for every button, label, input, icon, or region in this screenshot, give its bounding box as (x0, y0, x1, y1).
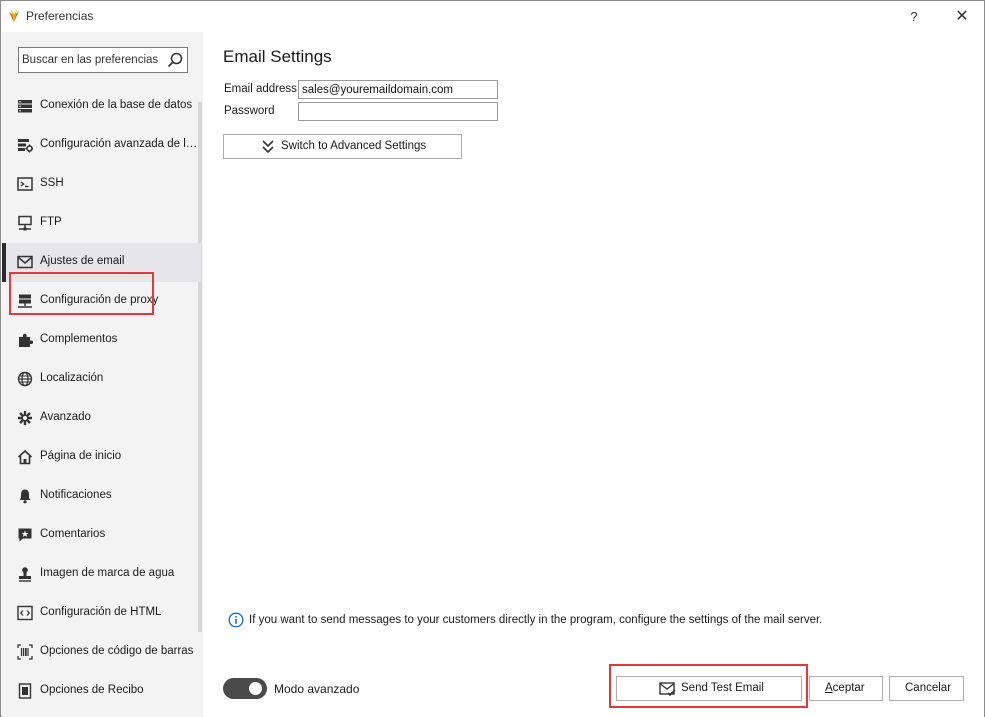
search-input[interactable] (19, 48, 159, 72)
double-chevron-down-icon (262, 140, 274, 154)
help-button[interactable]: ? (899, 4, 929, 30)
sidebar-item-label: Conexión de la base de datos (40, 99, 193, 111)
sidebar-item-home-page[interactable]: Página de inicio (2, 438, 201, 477)
sidebar-item-label: Notificaciones (40, 489, 112, 501)
sidebar-item-addons[interactable]: Complementos (2, 321, 201, 360)
email-address-label: Email address (224, 83, 297, 95)
password-label: Password (224, 105, 275, 117)
title-bar: Preferencias ? ✕ (1, 1, 984, 32)
sidebar-item-label: Complementos (40, 333, 118, 345)
envelope-check-icon (659, 682, 676, 696)
sidebar-item-receipt[interactable]: Opciones de Recibo (2, 672, 201, 711)
toggle-knob (249, 682, 262, 695)
sidebar-item-barcode[interactable]: Opciones de código de barras (2, 633, 201, 672)
sidebar-item-email-settings[interactable]: Ajustes de email (2, 243, 201, 282)
ftp-icon (18, 215, 32, 231)
sidebar-item-label: Configuración avanzada de la … (40, 138, 198, 150)
proxy-server-icon (18, 294, 32, 308)
sidebar-item-localization[interactable]: Localización (2, 360, 201, 399)
advanced-mode-label: Modo avanzado (274, 682, 360, 696)
switch-to-advanced-button[interactable]: Switch to Advanced Settings (223, 134, 462, 159)
search-box (18, 47, 188, 73)
sidebar-item-label: Localización (40, 372, 104, 384)
sidebar-item-label: Comentarios (40, 528, 106, 540)
info-message: If you want to send messages to your cus… (249, 614, 823, 626)
database-icon (18, 100, 32, 113)
sidebar-item-notifications[interactable]: Notificaciones (2, 477, 201, 516)
stamp-icon (19, 567, 31, 582)
close-button[interactable]: ✕ (945, 4, 979, 30)
sidebar-item-database-connection[interactable]: Conexión de la base de datos (2, 87, 201, 126)
terminal-icon (17, 177, 33, 191)
sidebar-item-label: Opciones de Recibo (40, 684, 144, 696)
search-icon[interactable] (167, 52, 183, 68)
receipt-icon (18, 683, 32, 699)
sidebar-item-label: Avanzado (40, 411, 91, 423)
password-field[interactable] (298, 102, 498, 121)
main-panel: Email Settings Email address Password Sw… (203, 32, 984, 717)
sidebar-item-label: FTP (40, 216, 62, 228)
sidebar-item-label: SSH (40, 177, 64, 189)
sidebar-item-label: Opciones de código de barras (40, 645, 194, 657)
sidebar-item-ftp[interactable]: FTP (2, 204, 201, 243)
email-address-field[interactable] (298, 80, 498, 99)
sidebar-item-advanced[interactable]: Avanzado (2, 399, 201, 438)
sidebar-item-label: Página de inicio (40, 450, 122, 462)
accept-label: Aceptar (825, 682, 865, 694)
accept-button[interactable]: Aceptar (809, 676, 883, 701)
page-title: Email Settings (223, 47, 332, 66)
info-icon (228, 612, 244, 628)
database-settings-icon (18, 139, 33, 153)
accept-mnemonic: A (825, 682, 833, 694)
send-test-email-button[interactable]: Send Test Email (616, 676, 802, 701)
switch-to-advanced-label: Switch to Advanced Settings (281, 140, 427, 152)
sidebar-item-database-advanced[interactable]: Configuración avanzada de la … (2, 126, 201, 165)
sidebar-item-label: Configuración de HTML (40, 606, 162, 618)
home-icon (17, 449, 33, 465)
sidebar-item-comments[interactable]: Comentarios (2, 516, 201, 555)
advanced-mode-toggle[interactable] (223, 678, 267, 699)
barcode-icon (17, 644, 33, 660)
send-test-email-label: Send Test Email (681, 682, 764, 694)
cancel-button[interactable]: Cancelar (889, 676, 964, 701)
puzzle-icon (19, 333, 33, 347)
sidebar-item-label: Configuración de proxy (40, 294, 159, 306)
sidebar-item-html[interactable]: Configuración de HTML (2, 594, 201, 633)
sidebar-item-ssh[interactable]: SSH (2, 165, 201, 204)
sidebar: Conexión de la base de datos Configuraci… (2, 32, 203, 717)
gear-icon (18, 411, 32, 425)
app-logo-icon (9, 10, 19, 22)
globe-icon (17, 371, 33, 387)
sidebar-item-proxy[interactable]: Configuración de proxy (2, 282, 201, 321)
sidebar-item-watermark[interactable]: Imagen de marca de agua (2, 555, 201, 594)
envelope-icon (17, 255, 33, 269)
sidebar-item-label: Ajustes de email (40, 255, 125, 267)
window-title: Preferencias (26, 9, 94, 23)
accept-label-rest: ceptar (832, 682, 865, 694)
bell-icon (19, 489, 31, 504)
comment-star-icon (18, 528, 32, 542)
cancel-label: Cancelar (905, 682, 952, 694)
sidebar-item-label: Imagen de marca de agua (40, 567, 175, 579)
preferences-window: Preferencias ? ✕ Conexión de la base de … (0, 0, 985, 717)
code-icon (17, 605, 33, 621)
